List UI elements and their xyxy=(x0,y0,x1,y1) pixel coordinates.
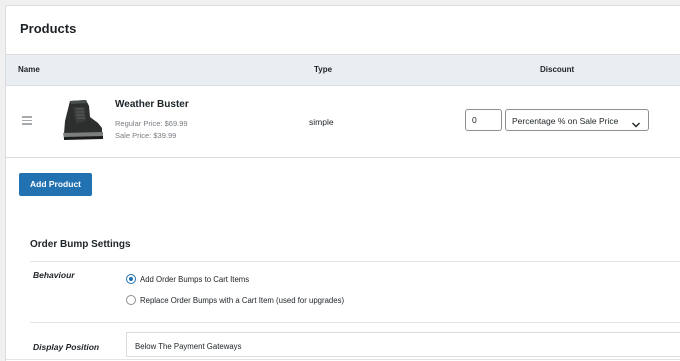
regular-price: Regular Price: $69.99 xyxy=(115,119,188,128)
radio-replace-order-bumps[interactable] xyxy=(126,295,136,305)
discount-value-input[interactable] xyxy=(465,109,502,131)
boot-icon xyxy=(56,97,106,143)
order-bump-settings-title: Order Bump Settings xyxy=(30,239,131,250)
drag-handle-icon[interactable] xyxy=(22,116,32,125)
discount-type-select[interactable]: Percentage % on Sale Price xyxy=(505,109,649,131)
divider xyxy=(6,359,680,360)
radio-label-add-order-bumps[interactable]: Add Order Bumps to Cart Items xyxy=(140,275,249,284)
divider xyxy=(30,261,680,262)
behaviour-label: Behaviour xyxy=(33,270,75,280)
products-panel: Products Name Type Discount Weather Bust… xyxy=(5,5,680,361)
products-title: Products xyxy=(20,21,77,36)
radio-add-order-bumps[interactable] xyxy=(126,274,136,284)
products-table-header: Name Type Discount xyxy=(6,54,680,86)
sale-price: Sale Price: $39.99 xyxy=(115,131,177,140)
product-type: simple xyxy=(309,117,334,127)
table-row: Weather Buster Regular Price: $69.99 Sal… xyxy=(6,86,680,158)
display-position-select[interactable]: Below The Payment Gateways xyxy=(126,332,680,357)
column-type: Type xyxy=(314,65,333,74)
divider xyxy=(30,322,680,323)
product-name: Weather Buster xyxy=(115,99,189,110)
display-position-label: Display Position xyxy=(33,342,100,352)
display-position-value: Below The Payment Gateways xyxy=(135,342,242,351)
discount-type-value: Percentage % on Sale Price xyxy=(512,116,619,126)
radio-label-replace-order-bumps[interactable]: Replace Order Bumps with a Cart Item (us… xyxy=(140,296,344,305)
add-product-button[interactable]: Add Product xyxy=(19,173,92,196)
chevron-down-icon xyxy=(631,116,641,128)
column-name: Name xyxy=(18,65,40,74)
column-discount: Discount xyxy=(540,65,575,74)
